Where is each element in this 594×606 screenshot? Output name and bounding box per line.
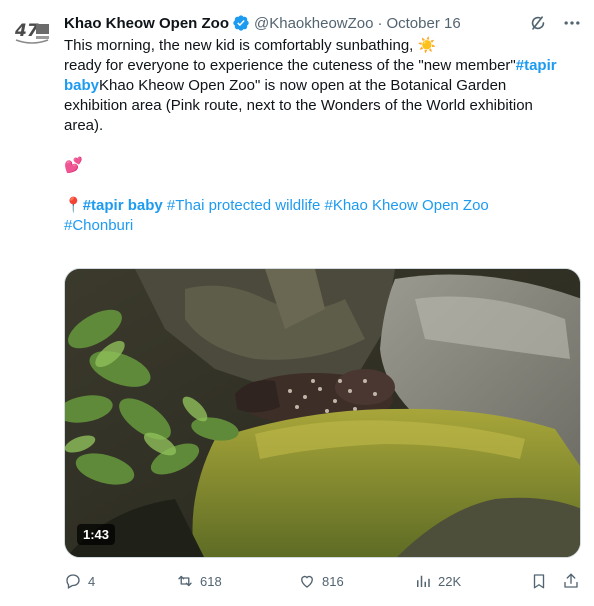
hashtag-chonburi[interactable]: #Chonburi	[64, 217, 133, 234]
like-count: 816	[322, 573, 344, 589]
hashtag-tapir-baby[interactable]: #tapir baby	[83, 197, 163, 214]
hashtag-line: 📍#tapir baby #Thai protected wildlife #K…	[64, 196, 582, 216]
video-duration-badge: 1:43	[77, 524, 116, 545]
views-button[interactable]: 22K	[414, 570, 461, 592]
sun-emoji: ☀️	[417, 37, 437, 54]
grok-icon[interactable]	[528, 13, 548, 33]
more-icon[interactable]	[562, 13, 582, 33]
text-line-1-content: This morning, the new kid is comfortably…	[64, 37, 414, 54]
verified-badge-icon[interactable]	[232, 14, 250, 32]
pin-emoji: 📍	[64, 197, 83, 214]
text-line-2: ready for everyone to experience the cut…	[64, 56, 582, 76]
video-player[interactable]: 1:43	[64, 268, 581, 558]
hashtag-khao-kheow-open-zoo[interactable]: #Khao Kheow Open Zoo	[324, 197, 488, 214]
reply-count: 4	[88, 573, 96, 589]
svg-text:47: 47	[14, 21, 39, 41]
repost-button[interactable]: 618	[176, 570, 222, 592]
tweet-date[interactable]: October 16	[386, 15, 460, 32]
tweet-text: This morning, the new kid is comfortably…	[64, 36, 582, 236]
bookmark-icon	[533, 574, 545, 589]
heart-emoji: 💕	[64, 157, 83, 174]
text-line-5: area).	[64, 117, 104, 134]
text-line-3: babyKhao Kheow Open Zoo" is now open at …	[64, 76, 582, 96]
tweet[interactable]: 47 Khao Kheow Open Zoo @KhaokheowZoo · O…	[0, 0, 594, 606]
repost-icon	[178, 575, 192, 587]
action-bar: 4 618 816 22K	[64, 570, 584, 592]
hashtag-baby-inline[interactable]: baby	[64, 77, 99, 94]
like-icon	[301, 575, 313, 588]
hashtag-tapir-inline[interactable]: #tapir	[516, 57, 557, 74]
like-button[interactable]: 816	[298, 570, 344, 592]
views-icon	[417, 575, 430, 587]
views-count: 22K	[438, 573, 462, 589]
text-line-1: This morning, the new kid is comfortably…	[64, 36, 582, 56]
text-line-3-content: Khao Kheow Open Zoo" is now open at the …	[99, 77, 507, 94]
reply-icon	[66, 574, 80, 589]
zoo-logo-icon: 47	[14, 21, 49, 44]
repost-count: 618	[200, 573, 222, 589]
avatar[interactable]: 47	[12, 12, 52, 52]
author-name[interactable]: Khao Kheow Open Zoo	[64, 15, 229, 32]
video-thumbnail	[65, 269, 580, 557]
hashtag-line-2: #Chonburi	[64, 216, 582, 236]
tweet-header: Khao Kheow Open Zoo @KhaokheowZoo · Octo…	[64, 12, 582, 34]
bookmark-button[interactable]	[530, 570, 548, 592]
share-button[interactable]	[562, 570, 580, 592]
header-separator: ·	[377, 14, 383, 32]
share-icon	[564, 573, 578, 588]
text-line-4: exhibition area (Pink route, next to the…	[64, 97, 533, 114]
author-handle[interactable]: @KhaokheowZoo	[254, 15, 373, 32]
reply-button[interactable]: 4	[64, 570, 95, 592]
hashtag-thai-protected-wildlife[interactable]: #Thai protected wildlife	[167, 197, 320, 214]
text-line-2-content: ready for everyone to experience the cut…	[64, 57, 516, 74]
